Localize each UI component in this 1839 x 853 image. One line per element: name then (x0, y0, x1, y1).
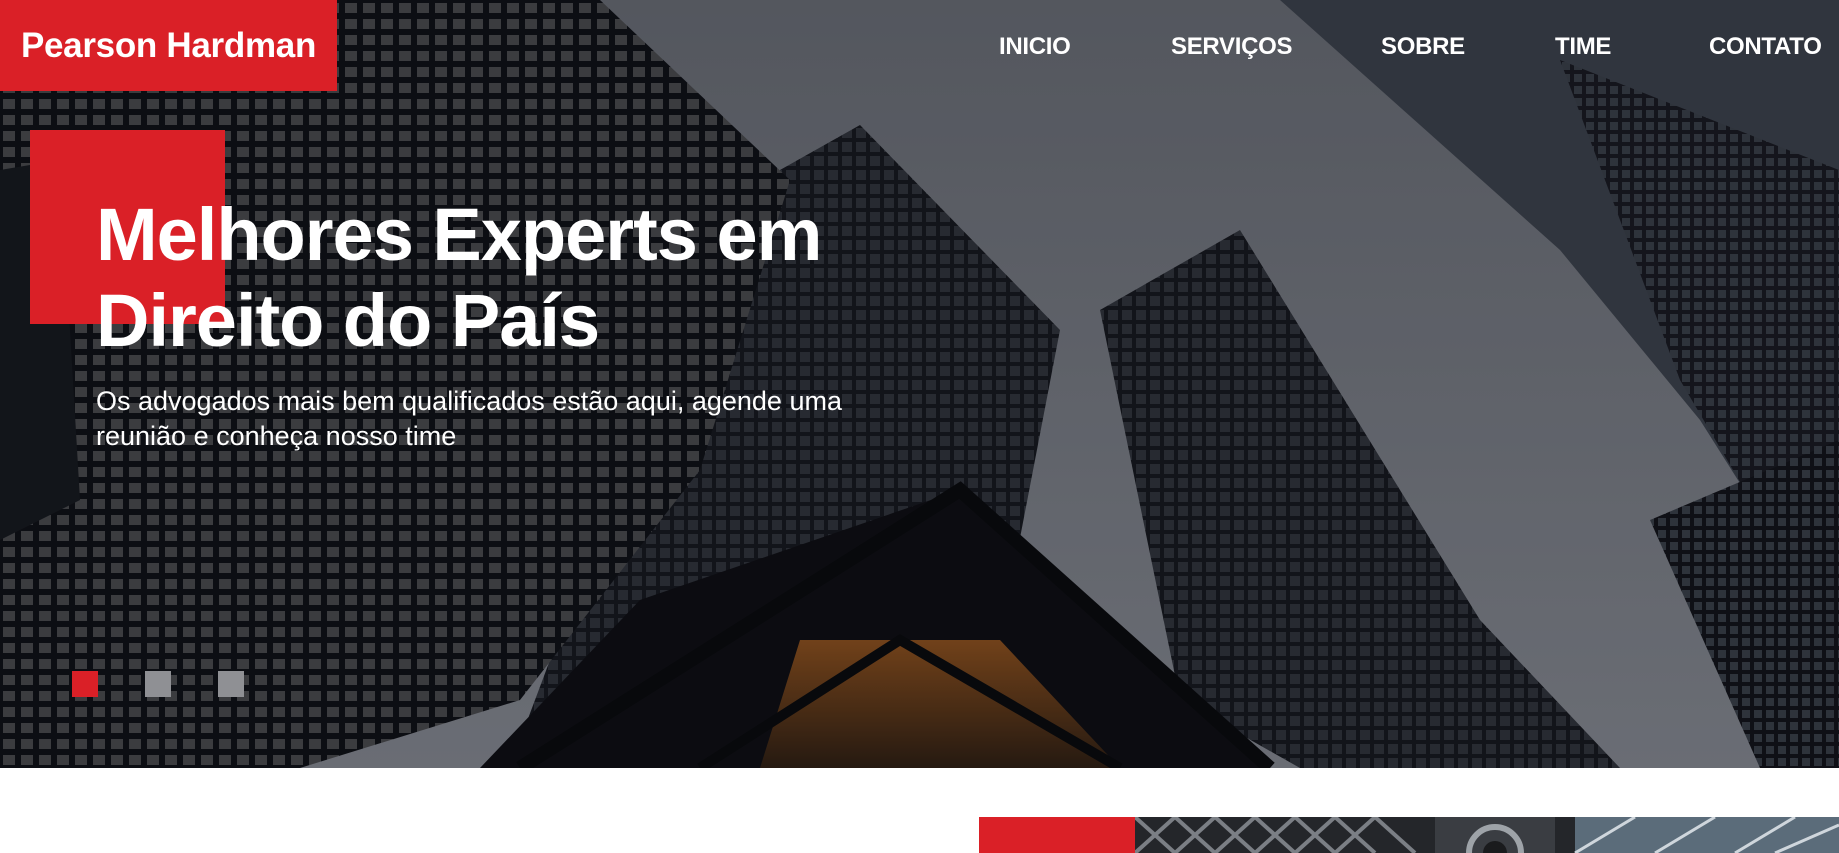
nav-link-contato[interactable]: CONTATO (1709, 30, 1822, 64)
hero-title-line-2: Direito do País (96, 279, 600, 362)
nav-link-servicos[interactable]: SERVIÇOS (1171, 30, 1293, 64)
hero-title-line-1: Melhores Experts em (96, 193, 822, 276)
hero-title: Melhores Experts em Direito do País (96, 192, 856, 364)
slider-dot-3[interactable] (218, 671, 244, 697)
brand-name: Pearson Hardman (20, 25, 317, 65)
nav-link-sobre[interactable]: SOBRE (1381, 30, 1465, 64)
hero-subtitle: Os advogados mais bem qualificados estão… (96, 384, 856, 454)
slider-dot-2[interactable] (145, 671, 171, 697)
nav-link-inicio[interactable]: INICIO (999, 30, 1071, 64)
slider-dot-1[interactable] (72, 671, 98, 697)
section-image (1135, 817, 1839, 853)
slider-pagination (72, 671, 244, 697)
hero-section: Pearson Hardman INICIO SERVIÇOS SOBRE TI… (0, 0, 1839, 768)
nav-link-time[interactable]: TIME (1555, 30, 1611, 64)
hero-subtitle-line-2: reunião e conheça nosso time (96, 421, 457, 451)
section-accent-block (979, 817, 1135, 853)
hero-subtitle-line-1: Os advogados mais bem qualificados estão… (96, 386, 842, 416)
brand-logo[interactable]: Pearson Hardman (0, 0, 337, 91)
